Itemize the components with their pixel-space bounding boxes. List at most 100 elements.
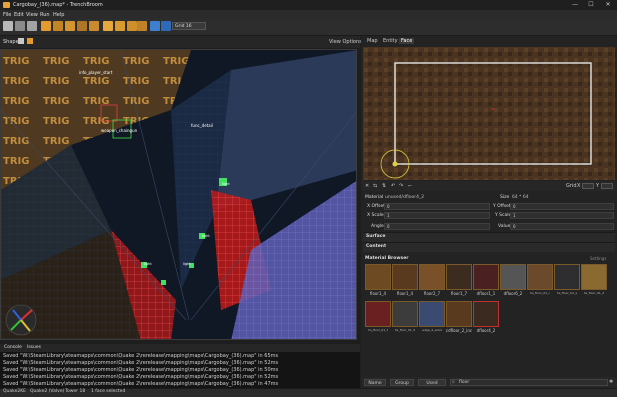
grid-size-select[interactable]: Grid 16 [172, 22, 206, 30]
menu-edit[interactable]: Edit [14, 12, 24, 18]
y-scale-field[interactable]: 1 [510, 212, 614, 219]
uv-grid-label: Grid [566, 183, 577, 189]
shear-tool-icon[interactable] [137, 21, 147, 31]
value-label: Value [498, 224, 511, 229]
flip-horizontal-icon[interactable]: ⇆ [373, 183, 377, 189]
x-offset-field[interactable]: 0 [384, 203, 490, 210]
entity-label: func_detail [191, 123, 213, 128]
material-thumbnail[interactable] [446, 301, 472, 327]
x-scale-label: X Scale [367, 213, 384, 218]
material-thumbnail[interactable] [392, 301, 418, 327]
minimize-button[interactable]: — [568, 1, 582, 9]
material-thumbnail[interactable] [392, 264, 418, 290]
edge-tool-icon[interactable] [77, 21, 87, 31]
console-tabs [0, 344, 360, 352]
close-button[interactable]: ✕ [601, 1, 615, 9]
console-line: Saved "W:\SteamLibrary\steamapps\common\… [3, 360, 279, 366]
material-thumbnail[interactable] [473, 301, 499, 327]
uv-grid-x-field[interactable] [582, 183, 594, 189]
flip-vertical-icon[interactable]: ⇅ [382, 183, 386, 189]
rotate-tool-icon[interactable] [115, 21, 125, 31]
3d-viewport[interactable]: TRIG [0, 49, 357, 340]
open-folder-icon[interactable] [15, 21, 25, 31]
menu-help[interactable]: Help [53, 12, 64, 18]
material-browser-settings[interactable]: Settings [590, 256, 606, 261]
new-document-icon[interactable] [3, 21, 13, 31]
size-label: Size [500, 195, 510, 200]
entity-tool-icon[interactable] [53, 21, 63, 31]
material-thumbnail[interactable] [365, 301, 391, 327]
material-thumbnail[interactable] [419, 264, 445, 290]
material-thumbnail[interactable] [500, 264, 526, 290]
menu-view[interactable]: View [26, 12, 38, 18]
rotate-right-icon[interactable]: ↷ [399, 183, 403, 189]
maximize-button[interactable]: ☐ [584, 1, 598, 9]
menu-file[interactable]: File [3, 12, 11, 18]
shape-tool-icon[interactable] [18, 38, 24, 44]
view-options-button[interactable]: View Options [329, 39, 362, 45]
uv-grid-x-label: X [577, 183, 581, 189]
scale-tool-icon[interactable] [127, 21, 137, 31]
rotate-left-icon[interactable]: ↶ [391, 183, 395, 189]
surface-section[interactable] [363, 232, 615, 242]
reset-uv-icon[interactable]: ✕ [365, 183, 369, 189]
material-label: floor1_4 [369, 291, 387, 296]
value-field[interactable]: 0 [510, 223, 614, 230]
clear-search-icon[interactable]: ✱ [609, 379, 613, 385]
material-label: dfloor1_1 [476, 291, 496, 296]
align-icon[interactable]: ⌐ [408, 183, 412, 189]
tab-console[interactable]: Console [4, 345, 22, 350]
save-icon[interactable] [27, 21, 37, 31]
uv-lock-icon[interactable] [161, 21, 171, 31]
entity-label: info_player_start [79, 70, 113, 75]
y-scale-label: Y Scale [495, 213, 512, 218]
tab-issues[interactable]: Issues [27, 345, 41, 350]
x-scale-field[interactable]: 1 [384, 212, 490, 219]
angle-field[interactable]: 0 [384, 223, 490, 230]
material-thumbnail[interactable] [527, 264, 553, 290]
uv-grid-y-field[interactable] [601, 183, 613, 189]
used-button[interactable]: Used [418, 379, 446, 386]
app-logo-icon [3, 2, 10, 8]
tab-face[interactable]: Face [399, 38, 415, 44]
entity-label: light [202, 234, 210, 238]
content-section-title: Content [366, 244, 387, 249]
material-thumbnail[interactable] [446, 264, 472, 290]
window-title: Cargobay_(36).map* - TrenchBroom [13, 2, 103, 8]
tab-map[interactable]: Map [367, 38, 378, 44]
tab-entity[interactable]: Entity [383, 38, 398, 44]
viewport-scene: TRIG [1, 50, 356, 339]
status-game: Quake2 (Valve) [30, 389, 65, 394]
uv-origin-handle[interactable] [392, 161, 398, 167]
console-line: Saved "W:\SteamLibrary\steamapps\common\… [3, 353, 279, 359]
material-thumbnail[interactable] [419, 301, 445, 327]
material-thumbnail[interactable] [554, 264, 580, 290]
face-tool-icon[interactable] [89, 21, 99, 31]
console-line: Saved "W:\SteamLibrary\steamapps\common\… [3, 381, 279, 387]
material-browser-title: Material Browser [365, 256, 409, 261]
entity-label: weapon_chaingun [101, 128, 138, 133]
texture-lock-icon[interactable] [150, 21, 160, 31]
brush-tool-icon[interactable] [41, 21, 51, 31]
material-label: edge_4_solid [422, 328, 442, 332]
size-value: 64 * 64 [512, 195, 529, 200]
uv-editor[interactable] [363, 47, 615, 180]
material-thumbnail[interactable] [581, 264, 607, 290]
menu-run[interactable]: Run [40, 12, 50, 18]
search-icon: ⌕ [452, 379, 455, 385]
uv-editor-canvas [363, 47, 615, 180]
sort-select[interactable]: Name [364, 379, 386, 386]
material-thumbnail[interactable] [365, 264, 391, 290]
material-label: hs_floor_01_f [368, 328, 388, 332]
material-thumbnail[interactable] [473, 264, 499, 290]
group-button[interactable]: Group [390, 379, 414, 386]
y-offset-field[interactable]: 0 [510, 203, 614, 210]
vertex-tool-icon[interactable] [65, 21, 75, 31]
shape-extrude-icon[interactable] [27, 38, 33, 44]
clip-tool-icon[interactable] [103, 21, 113, 31]
status-selection: 1 face selected [91, 389, 126, 394]
material-search-input[interactable]: floor [450, 379, 608, 386]
content-section[interactable] [363, 242, 615, 252]
menu-bar [0, 10, 617, 19]
material-label: floor1_7 [450, 291, 468, 296]
